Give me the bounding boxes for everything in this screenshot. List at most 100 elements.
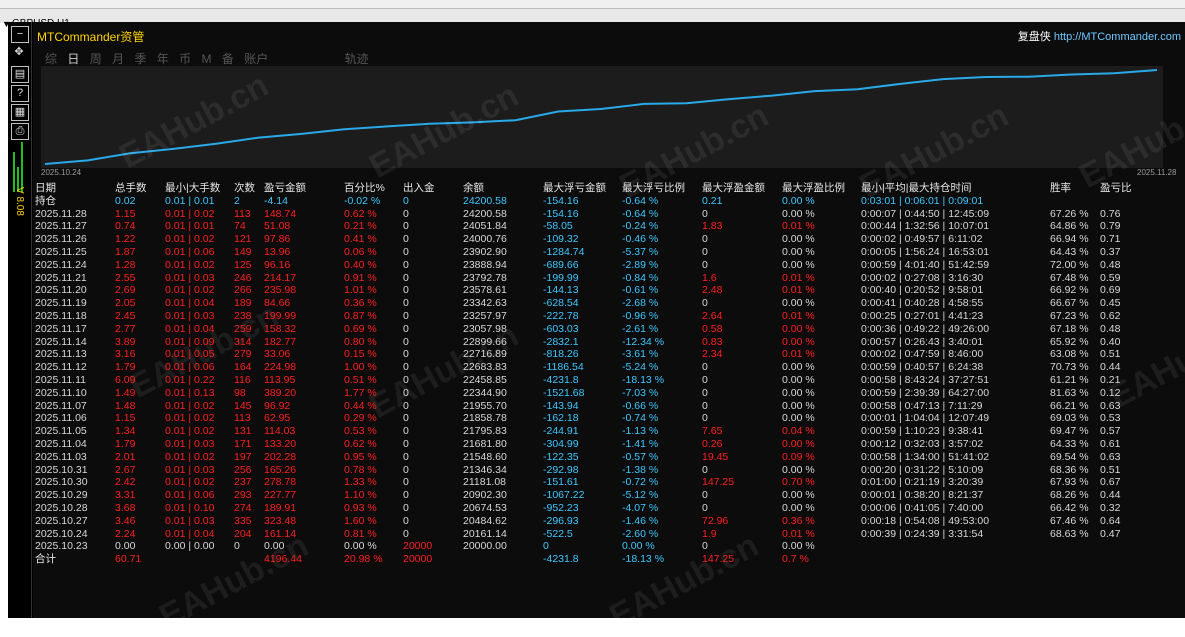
table-row[interactable]: 2025.11.17 2.77 0.01 | 0.04 259 158.32 0.69 %… <box>35 323 1140 336</box>
table-cell: -244.91 <box>543 425 579 438</box>
table-cell: 0 <box>403 361 409 374</box>
table-row[interactable]: 2025.11.19 2.05 0.01 | 0.04 189 84.66 0.36 % 0… <box>35 297 1140 310</box>
table-cell: 0 <box>702 258 708 271</box>
move-icon[interactable]: ✥ <box>11 45 27 60</box>
table-cell: 0 <box>234 540 240 553</box>
table-row[interactable]: 2025.11.07 1.48 0.01 | 0.02 145 96.92 0.44 % 0… <box>35 400 1140 413</box>
table-cell: 0.40 % <box>344 258 377 271</box>
table-row[interactable]: 2025.11.12 1.79 0.01 | 0.06 164 224.98 1.00 %… <box>35 361 1140 374</box>
table-cell: 237 <box>234 476 252 489</box>
table-cell: 0.59 <box>1100 271 1121 284</box>
table-row[interactable]: 2025.10.28 3.68 0.01 | 0.10 274 189.91 0.93 %… <box>35 502 1140 515</box>
table-cell: 0.32 <box>1100 501 1121 514</box>
table-cell: 202.28 <box>264 450 297 463</box>
table-cell: -154.16 <box>543 194 579 207</box>
table-row[interactable]: 2025.11.24 1.28 0.01 | 0.02 125 96.16 0.40 % 0… <box>35 259 1140 272</box>
table-cell: -292.98 <box>543 463 579 476</box>
table-cell: -0.64 % <box>622 194 659 207</box>
table-row[interactable]: 2025.11.20 2.69 0.01 | 0.02 266 235.98 1.01 %… <box>35 284 1140 297</box>
table-row[interactable]: 2025.10.31 2.67 0.01 | 0.03 256 165.26 0.78 %… <box>35 464 1140 477</box>
table-cell: 3.68 <box>115 501 136 514</box>
table-cell: 2025.10.31 <box>35 463 88 476</box>
table-row[interactable]: 2025.10.27 3.46 0.01 | 0.03 335 323.48 1.60 %… <box>35 515 1140 528</box>
table-cell: 278.78 <box>264 476 297 489</box>
table-row[interactable]: 2025.10.30 2.42 0.01 | 0.02 237 278.78 1.33 %… <box>35 476 1140 489</box>
tab-year[interactable]: 年 <box>157 52 169 66</box>
table-cell: 2025.11.11 <box>35 373 86 386</box>
table-row[interactable]: 2025.11.03 2.01 0.01 | 0.02 197 202.28 0.95 %… <box>35 451 1140 464</box>
tab-notes[interactable]: 备 <box>222 52 234 66</box>
tab-month[interactable]: 月 <box>112 52 124 66</box>
table-cell: 0 <box>403 245 409 258</box>
table-cell: 20000 <box>403 553 433 566</box>
table-cell: 0:00:02 | 0:27:08 | 3:16:30 <box>861 271 984 284</box>
table-row[interactable]: 2025.10.24 2.24 0.01 | 0.04 204 161.14 0.81 %… <box>35 528 1140 541</box>
table-row[interactable]: 2025.11.26 1.22 0.01 | 0.02 121 97.86 0.41 % 0… <box>35 233 1140 246</box>
table-cell: 33.06 <box>264 348 291 361</box>
tab-m[interactable]: M <box>202 52 212 66</box>
table-cell: -0.96 % <box>622 309 659 322</box>
table-cell: 0 <box>702 399 708 412</box>
table-cell: 1.34 <box>115 425 136 438</box>
table-cell: 24200.58 <box>463 194 507 207</box>
table-cell: 最小|平均|最大持仓时间 <box>861 182 972 194</box>
table-cell: 1.79 <box>115 437 136 450</box>
table-row[interactable]: 2025.11.11 6.09 0.01 | 0.22 116 113.95 0.51 %… <box>35 374 1140 387</box>
table-cell: 2025.11.18 <box>35 309 87 322</box>
table-cell: 74 <box>234 220 246 233</box>
tab-summary[interactable]: 综 <box>45 52 57 66</box>
table-row[interactable]: 2025.10.29 3.31 0.01 | 0.06 293 227.77 1.10 %… <box>35 489 1140 502</box>
table-row[interactable]: 2025.11.25 1.87 0.01 | 0.06 149 13.96 0.06 % 0… <box>35 246 1140 259</box>
table-cell: 2.24 <box>115 527 136 540</box>
table-row[interactable]: 2025.11.18 2.45 0.01 | 0.03 238 199.99 0.87 %… <box>35 310 1140 323</box>
table-cell: 2025.10.30 <box>35 476 88 489</box>
table-cell: 2025.10.23 <box>35 540 88 553</box>
table-cell: 66.21 % <box>1050 399 1089 412</box>
tab-currency[interactable]: 币 <box>179 52 191 66</box>
table-cell: 1.6 <box>702 271 717 284</box>
table-cell: 0.48 <box>1100 322 1121 335</box>
table-cell: -4231.8 <box>543 373 579 386</box>
table-cell: 0.44 <box>1100 361 1121 374</box>
table-cell: 2025.11.19 <box>35 297 87 310</box>
settings-icon[interactable]: ▦ <box>11 104 29 121</box>
tab-day[interactable]: 日 <box>67 52 79 66</box>
tab-week[interactable]: 周 <box>90 52 102 66</box>
tab-quarter[interactable]: 季 <box>134 52 146 66</box>
minimize-icon[interactable]: − <box>11 26 29 43</box>
table-cell: 0.51 <box>1100 463 1121 476</box>
table-row[interactable]: 2025.11.06 1.15 0.01 | 0.02 113 62.95 0.29 % 0… <box>35 412 1140 425</box>
table-row[interactable]: 2025.11.27 0.74 0.01 | 0.01 74 51.08 0.21 % 0 2… <box>35 220 1140 233</box>
brand-url[interactable]: http://MTCommander.com <box>1054 31 1181 43</box>
help-icon[interactable]: ? <box>11 85 29 102</box>
table-cell <box>861 540 1050 553</box>
brand-link[interactable]: 复盘侠 http://MTCommander.com <box>1018 28 1181 44</box>
table-row[interactable]: 2025.10.23 0.00 0.00 | 0.00 0 0.00 0.00 % 2000… <box>35 540 1140 553</box>
table-cell: 0.01 % <box>782 284 815 297</box>
tab-account[interactable]: 账户 <box>244 52 268 66</box>
table-row[interactable]: 2025.11.10 1.49 0.01 | 0.13 98 389.20 1.77 % 0… <box>35 387 1140 400</box>
table-cell: 0 <box>543 540 549 553</box>
table-cell: 0:00:02 | 0:49:57 | 6:11:02 <box>861 233 983 246</box>
table-cell: 238 <box>234 309 252 322</box>
table-cell: 189.91 <box>264 501 297 514</box>
table-row[interactable]: 2025.11.14 3.89 0.01 | 0.09 314 182.77 0.80 %… <box>35 336 1140 349</box>
table-cell: 0:00:18 | 0:54:08 | 49:53:00 <box>861 514 990 527</box>
table-cell: 0.00 % <box>782 386 815 399</box>
table-row[interactable]: 2025.11.28 1.15 0.01 | 0.02 113 148.74 0.62 %… <box>35 208 1140 221</box>
table-row[interactable]: 2025.11.13 3.16 0.01 | 0.05 279 33.06 0.15 % 0… <box>35 348 1140 361</box>
tab-trajectory[interactable]: 轨迹 <box>345 52 369 66</box>
table-cell: 1.10 % <box>344 489 377 502</box>
table-cell: 64.33 % <box>1050 437 1089 450</box>
table-cell <box>463 553 543 566</box>
table-cell: 0.00 % <box>782 361 815 374</box>
layout-icon[interactable]: ▤ <box>11 66 29 83</box>
table-row[interactable]: 2025.11.04 1.79 0.01 | 0.03 171 133.20 0.62 %… <box>35 438 1140 451</box>
table-row[interactable]: 2025.11.05 1.34 0.01 | 0.02 131 114.03 0.53 %… <box>35 425 1140 438</box>
table-cell: 0.81 % <box>344 527 377 540</box>
chart-tab[interactable]: ▼ GBPUSD,H1 <box>0 8 1185 29</box>
table-cell: 235.98 <box>264 284 297 297</box>
table-cell: 164 <box>234 361 252 374</box>
table-cell <box>1050 195 1100 208</box>
table-row[interactable]: 2025.11.21 2.55 0.01 | 0.03 246 214.17 0.91 %… <box>35 272 1140 285</box>
